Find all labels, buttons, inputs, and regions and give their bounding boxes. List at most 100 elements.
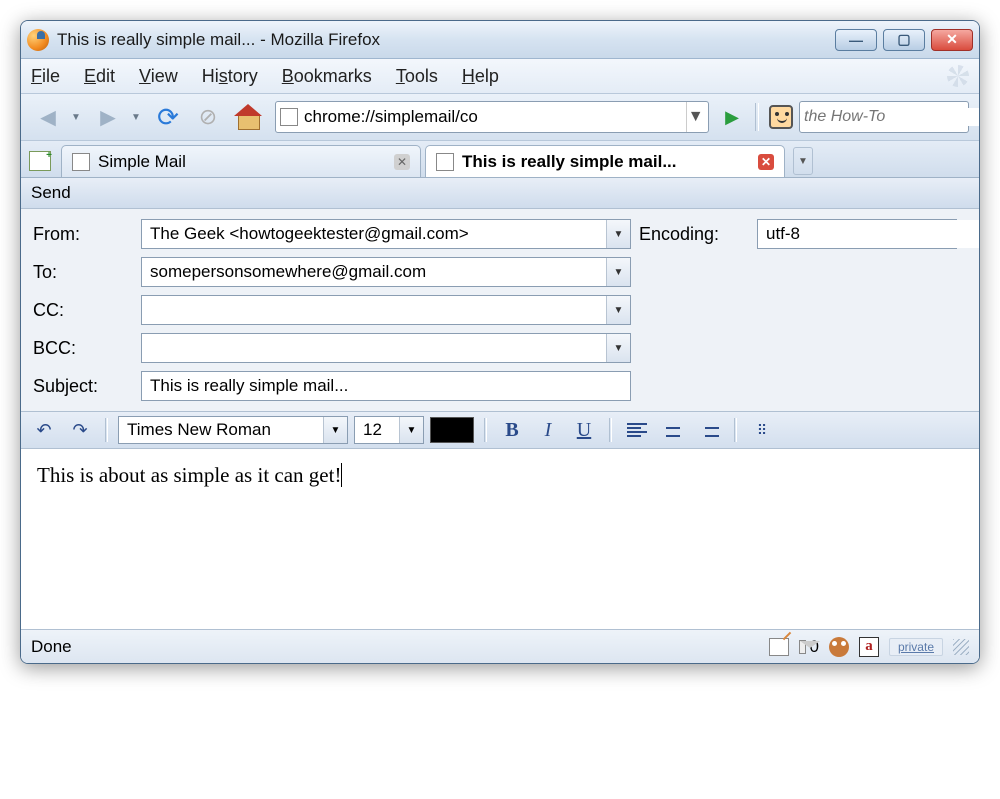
- to-input[interactable]: [142, 258, 606, 286]
- url-dropdown[interactable]: ▼: [686, 102, 704, 132]
- mail-status[interactable]: 0: [799, 638, 819, 656]
- go-button[interactable]: ▶: [725, 107, 739, 128]
- persona-icon[interactable]: [769, 105, 793, 129]
- separator: [609, 418, 612, 442]
- menu-tools[interactable]: Tools: [396, 66, 438, 87]
- navigation-toolbar: ◄ ▼ ► ▼ ⟳ ⊘ ▼ ▶ 🔍: [21, 94, 979, 141]
- list-button[interactable]: ⠿: [747, 417, 777, 443]
- cc-field[interactable]: ▼: [141, 295, 631, 325]
- separator: [105, 418, 108, 442]
- compose-headers: From: ▼ Encoding: ▼ To: ▼ CC: ▼ BCC: [21, 209, 979, 411]
- menu-history[interactable]: History: [202, 66, 258, 87]
- from-field[interactable]: ▼: [141, 219, 631, 249]
- content-area: Send From: ▼ Encoding: ▼ To: ▼ CC: ▼: [21, 178, 979, 663]
- back-button[interactable]: ◄: [31, 100, 65, 134]
- search-box[interactable]: 🔍: [799, 101, 969, 133]
- from-label: From:: [33, 224, 133, 245]
- encoding-input[interactable]: [758, 220, 980, 248]
- forward-button[interactable]: ►: [91, 100, 125, 134]
- italic-button[interactable]: I: [533, 417, 563, 443]
- notepad-icon[interactable]: [769, 638, 789, 656]
- bold-button[interactable]: B: [497, 417, 527, 443]
- subject-label: Subject:: [33, 376, 133, 397]
- send-toolbar: Send: [21, 178, 979, 209]
- body-text: This is about as simple as it can get!: [37, 463, 341, 487]
- bcc-input[interactable]: [142, 334, 606, 362]
- from-dropdown[interactable]: ▼: [606, 220, 630, 248]
- font-family-value: Times New Roman: [119, 417, 323, 443]
- status-text: Done: [31, 637, 72, 657]
- resize-grip[interactable]: [953, 639, 969, 655]
- tab-simple-mail[interactable]: Simple Mail ✕: [61, 145, 421, 177]
- tab-bar: Simple Mail ✕ This is really simple mail…: [21, 141, 979, 178]
- stop-button[interactable]: ⊘: [191, 100, 225, 134]
- text-color-button[interactable]: [430, 417, 474, 443]
- font-dropdown[interactable]: ▼: [323, 417, 347, 443]
- close-button[interactable]: ✕: [931, 29, 973, 51]
- separator: [755, 103, 759, 131]
- to-field[interactable]: ▼: [141, 257, 631, 287]
- menu-edit[interactable]: Edit: [84, 66, 115, 87]
- tab-close-button[interactable]: ✕: [394, 154, 410, 170]
- cc-label: CC:: [33, 300, 133, 321]
- align-right-button[interactable]: [694, 417, 724, 443]
- subject-field[interactable]: [141, 371, 631, 401]
- tab-compose[interactable]: This is really simple mail... ✕: [425, 145, 785, 177]
- titlebar: This is really simple mail... - Mozilla …: [21, 21, 979, 59]
- separator: [734, 418, 737, 442]
- tab-list-dropdown[interactable]: ▼: [793, 147, 813, 175]
- firefox-window: This is really simple mail... - Mozilla …: [20, 20, 980, 664]
- new-tab-button[interactable]: [29, 151, 51, 171]
- tab-label: This is really simple mail...: [462, 152, 676, 172]
- redo-button[interactable]: ↷: [65, 417, 95, 443]
- greasemonkey-icon[interactable]: [829, 637, 849, 657]
- maximize-button[interactable]: ▢: [883, 29, 925, 51]
- undo-button[interactable]: ↶: [29, 417, 59, 443]
- envelope-icon: [799, 640, 806, 654]
- menu-file[interactable]: File: [31, 66, 60, 87]
- menu-bookmarks[interactable]: Bookmarks: [282, 66, 372, 87]
- cc-input[interactable]: [142, 296, 606, 324]
- menu-view[interactable]: View: [139, 66, 178, 87]
- to-dropdown[interactable]: ▼: [606, 258, 630, 286]
- status-bar: Done 0 a private: [21, 629, 979, 663]
- menu-help[interactable]: Help: [462, 66, 499, 87]
- font-size-select[interactable]: 12 ▼: [354, 416, 424, 444]
- private-indicator[interactable]: private: [889, 638, 943, 656]
- cc-dropdown[interactable]: ▼: [606, 296, 630, 324]
- tab-icon: [72, 153, 90, 171]
- tab-label: Simple Mail: [98, 152, 186, 172]
- align-center-button[interactable]: [658, 417, 688, 443]
- back-history-dropdown[interactable]: ▼: [71, 112, 85, 123]
- adblock-icon[interactable]: a: [859, 637, 879, 657]
- search-input[interactable]: [804, 108, 980, 126]
- home-button[interactable]: [231, 100, 265, 134]
- encoding-field[interactable]: ▼: [757, 219, 957, 249]
- size-dropdown[interactable]: ▼: [399, 417, 423, 443]
- bcc-field[interactable]: ▼: [141, 333, 631, 363]
- firefox-icon: [27, 29, 49, 51]
- font-size-value: 12: [355, 417, 399, 443]
- font-family-select[interactable]: Times New Roman ▼: [118, 416, 348, 444]
- to-label: To:: [33, 262, 133, 283]
- text-cursor: [341, 463, 342, 487]
- window-title: This is really simple mail... - Mozilla …: [57, 30, 835, 50]
- underline-button[interactable]: U: [569, 417, 599, 443]
- home-icon: [234, 104, 262, 130]
- subject-input[interactable]: [142, 372, 630, 400]
- separator: [484, 418, 487, 442]
- menubar: File Edit View History Bookmarks Tools H…: [21, 59, 979, 94]
- forward-history-dropdown[interactable]: ▼: [131, 112, 145, 123]
- url-input[interactable]: [304, 107, 680, 127]
- tab-close-button[interactable]: ✕: [758, 154, 774, 170]
- reload-button[interactable]: ⟳: [151, 100, 185, 134]
- url-bar[interactable]: ▼: [275, 101, 709, 133]
- send-button[interactable]: Send: [31, 183, 71, 202]
- page-icon: [280, 108, 298, 126]
- bcc-dropdown[interactable]: ▼: [606, 334, 630, 362]
- message-body[interactable]: This is about as simple as it can get!: [21, 449, 979, 629]
- minimize-button[interactable]: —: [835, 29, 877, 51]
- throbber-icon: [947, 65, 969, 87]
- from-input[interactable]: [142, 220, 606, 248]
- align-left-button[interactable]: [622, 417, 652, 443]
